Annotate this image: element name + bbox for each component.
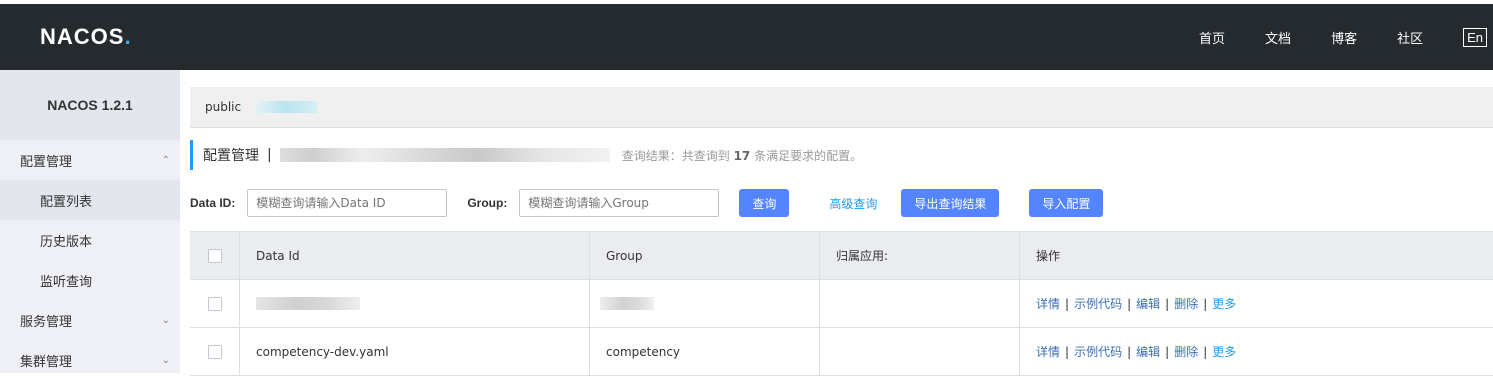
search-button[interactable]: 查询 xyxy=(739,189,790,217)
main-content: public 配置管理 | 查询结果：共查询到 17 条满足要求的配置。 Dat… xyxy=(180,70,1493,376)
row-select-cell xyxy=(190,328,240,375)
op-detail-link[interactable]: 详情 xyxy=(1036,295,1060,312)
title-accent-bar xyxy=(190,140,193,170)
row-data-id xyxy=(240,280,590,327)
sidebar-item-history[interactable]: 历史版本 xyxy=(0,220,180,260)
table-row: 详情 | 示例代码 | 编辑 | 删除 | 更多 xyxy=(190,280,1493,328)
select-all-checkbox[interactable] xyxy=(207,248,222,263)
op-divider: | xyxy=(1165,344,1170,359)
row-actions: 详情 | 示例代码 | 编辑 | 删除 | 更多 xyxy=(1020,280,1493,327)
op-divider: | xyxy=(1165,296,1170,311)
table-row: competency-dev.yaml competency 详情 | 示例代码 |… xyxy=(190,328,1493,376)
version-label: NACOS 1.2.1 xyxy=(0,70,180,140)
data-id-redacted xyxy=(256,297,360,310)
import-config-button[interactable]: 导入配置 xyxy=(1029,189,1104,217)
row-group: competency xyxy=(590,328,820,375)
chevron-up-icon: ⌃ xyxy=(161,154,170,166)
namespace-id-redacted xyxy=(279,148,610,162)
page-title-row: 配置管理 | 查询结果：共查询到 17 条满足要求的配置。 xyxy=(190,140,862,170)
sidebar-group-label: 集群管理 xyxy=(20,354,73,370)
op-edit-link[interactable]: 编辑 xyxy=(1136,295,1160,312)
top-nav: 首页 文档 博客 社区 En xyxy=(1199,4,1493,70)
sidebar-group-label: 配置管理 xyxy=(20,154,73,170)
op-divider: | xyxy=(1065,344,1070,359)
sidebar-group-label: 服务管理 xyxy=(20,314,73,330)
nacos-logo[interactable]: NACOS. xyxy=(40,24,132,50)
config-table: Data Id Group 归属应用: 操作 详情 | 示例代码 | 编辑 | 删除 |… xyxy=(190,231,1493,376)
op-delete-link[interactable]: 删除 xyxy=(1174,343,1198,360)
header-select-cell xyxy=(190,232,240,279)
op-delete-link[interactable]: 删除 xyxy=(1174,295,1198,312)
table-header: Data Id Group 归属应用: 操作 xyxy=(190,232,1493,280)
group-redacted xyxy=(600,297,654,310)
logo-text: NACOS xyxy=(40,24,125,49)
filter-row: Data ID: Group: 查询 高级查询 导出查询结果 导入配置 xyxy=(190,189,1490,217)
op-more-link[interactable]: 更多 xyxy=(1212,343,1236,360)
row-app xyxy=(820,328,1020,375)
nav-community[interactable]: 社区 xyxy=(1397,28,1423,47)
row-group xyxy=(590,280,820,327)
group-label: Group: xyxy=(467,196,508,210)
row-ops: 详情 | 示例代码 | 编辑 | 删除 | 更多 xyxy=(1036,343,1236,360)
header-app: 归属应用: xyxy=(820,232,1020,279)
header-actions: 操作 xyxy=(1036,249,1061,263)
page-title: 配置管理 xyxy=(203,148,259,164)
language-switch[interactable]: En xyxy=(1463,27,1487,47)
row-select-cell xyxy=(190,280,240,327)
namespace-public[interactable]: public xyxy=(205,100,241,114)
title-separator: | xyxy=(267,147,272,163)
result-suffix: 条满足要求的配置。 xyxy=(754,148,863,163)
sidebar-group-cluster[interactable]: 集群管理 ⌄ xyxy=(0,340,180,380)
data-id-label: Data ID: xyxy=(190,196,236,210)
namespace-bar: public xyxy=(190,87,1493,128)
row-ops: 详情 | 示例代码 | 编辑 | 删除 | 更多 xyxy=(1036,295,1236,312)
row-checkbox[interactable] xyxy=(207,296,222,311)
row-app xyxy=(820,280,1020,327)
op-divider: | xyxy=(1203,296,1208,311)
op-more-link[interactable]: 更多 xyxy=(1212,295,1236,312)
header-group: Group xyxy=(590,232,820,279)
sidebar: NACOS 1.2.1 配置管理 ⌃ 配置列表 历史版本 监听查询 服务管理 ⌄… xyxy=(0,70,180,373)
advanced-query-link[interactable]: 高级查询 xyxy=(829,195,877,212)
op-divider: | xyxy=(1127,344,1132,359)
nav-docs[interactable]: 文档 xyxy=(1265,28,1291,47)
sidebar-item-config-list[interactable]: 配置列表 xyxy=(0,180,180,220)
sidebar-item-listener-query[interactable]: 监听查询 xyxy=(0,260,180,300)
op-edit-link[interactable]: 编辑 xyxy=(1136,343,1160,360)
row-data-id: competency-dev.yaml xyxy=(240,328,590,375)
op-sample-code-link[interactable]: 示例代码 xyxy=(1074,343,1122,360)
row-checkbox[interactable] xyxy=(207,344,222,359)
result-count: 17 xyxy=(733,148,751,163)
nav-home[interactable]: 首页 xyxy=(1199,28,1225,47)
data-id-input[interactable] xyxy=(247,189,448,217)
op-sample-code-link[interactable]: 示例代码 xyxy=(1074,295,1122,312)
export-results-button[interactable]: 导出查询结果 xyxy=(901,189,1000,217)
op-divider: | xyxy=(1127,296,1132,311)
group-input[interactable] xyxy=(519,189,720,217)
logo-dot: . xyxy=(124,24,132,49)
sidebar-group-config[interactable]: 配置管理 ⌃ xyxy=(0,140,180,180)
row-actions: 详情 | 示例代码 | 编辑 | 删除 | 更多 xyxy=(1020,328,1493,375)
result-prefix: 查询结果：共查询到 xyxy=(621,148,730,163)
query-result-text: 查询结果：共查询到 17 条满足要求的配置。 xyxy=(622,147,862,164)
chevron-down-icon: ⌄ xyxy=(161,354,170,366)
op-divider: | xyxy=(1203,344,1208,359)
sidebar-group-service[interactable]: 服务管理 ⌄ xyxy=(0,300,180,340)
namespace-redacted[interactable] xyxy=(255,101,318,113)
header-data-id: Data Id xyxy=(240,232,590,279)
op-detail-link[interactable]: 详情 xyxy=(1036,343,1060,360)
chevron-down-icon: ⌄ xyxy=(161,314,170,326)
top-navbar: NACOS. 首页 文档 博客 社区 En xyxy=(0,0,1493,70)
nav-blog[interactable]: 博客 xyxy=(1331,28,1357,47)
op-divider: | xyxy=(1065,296,1070,311)
